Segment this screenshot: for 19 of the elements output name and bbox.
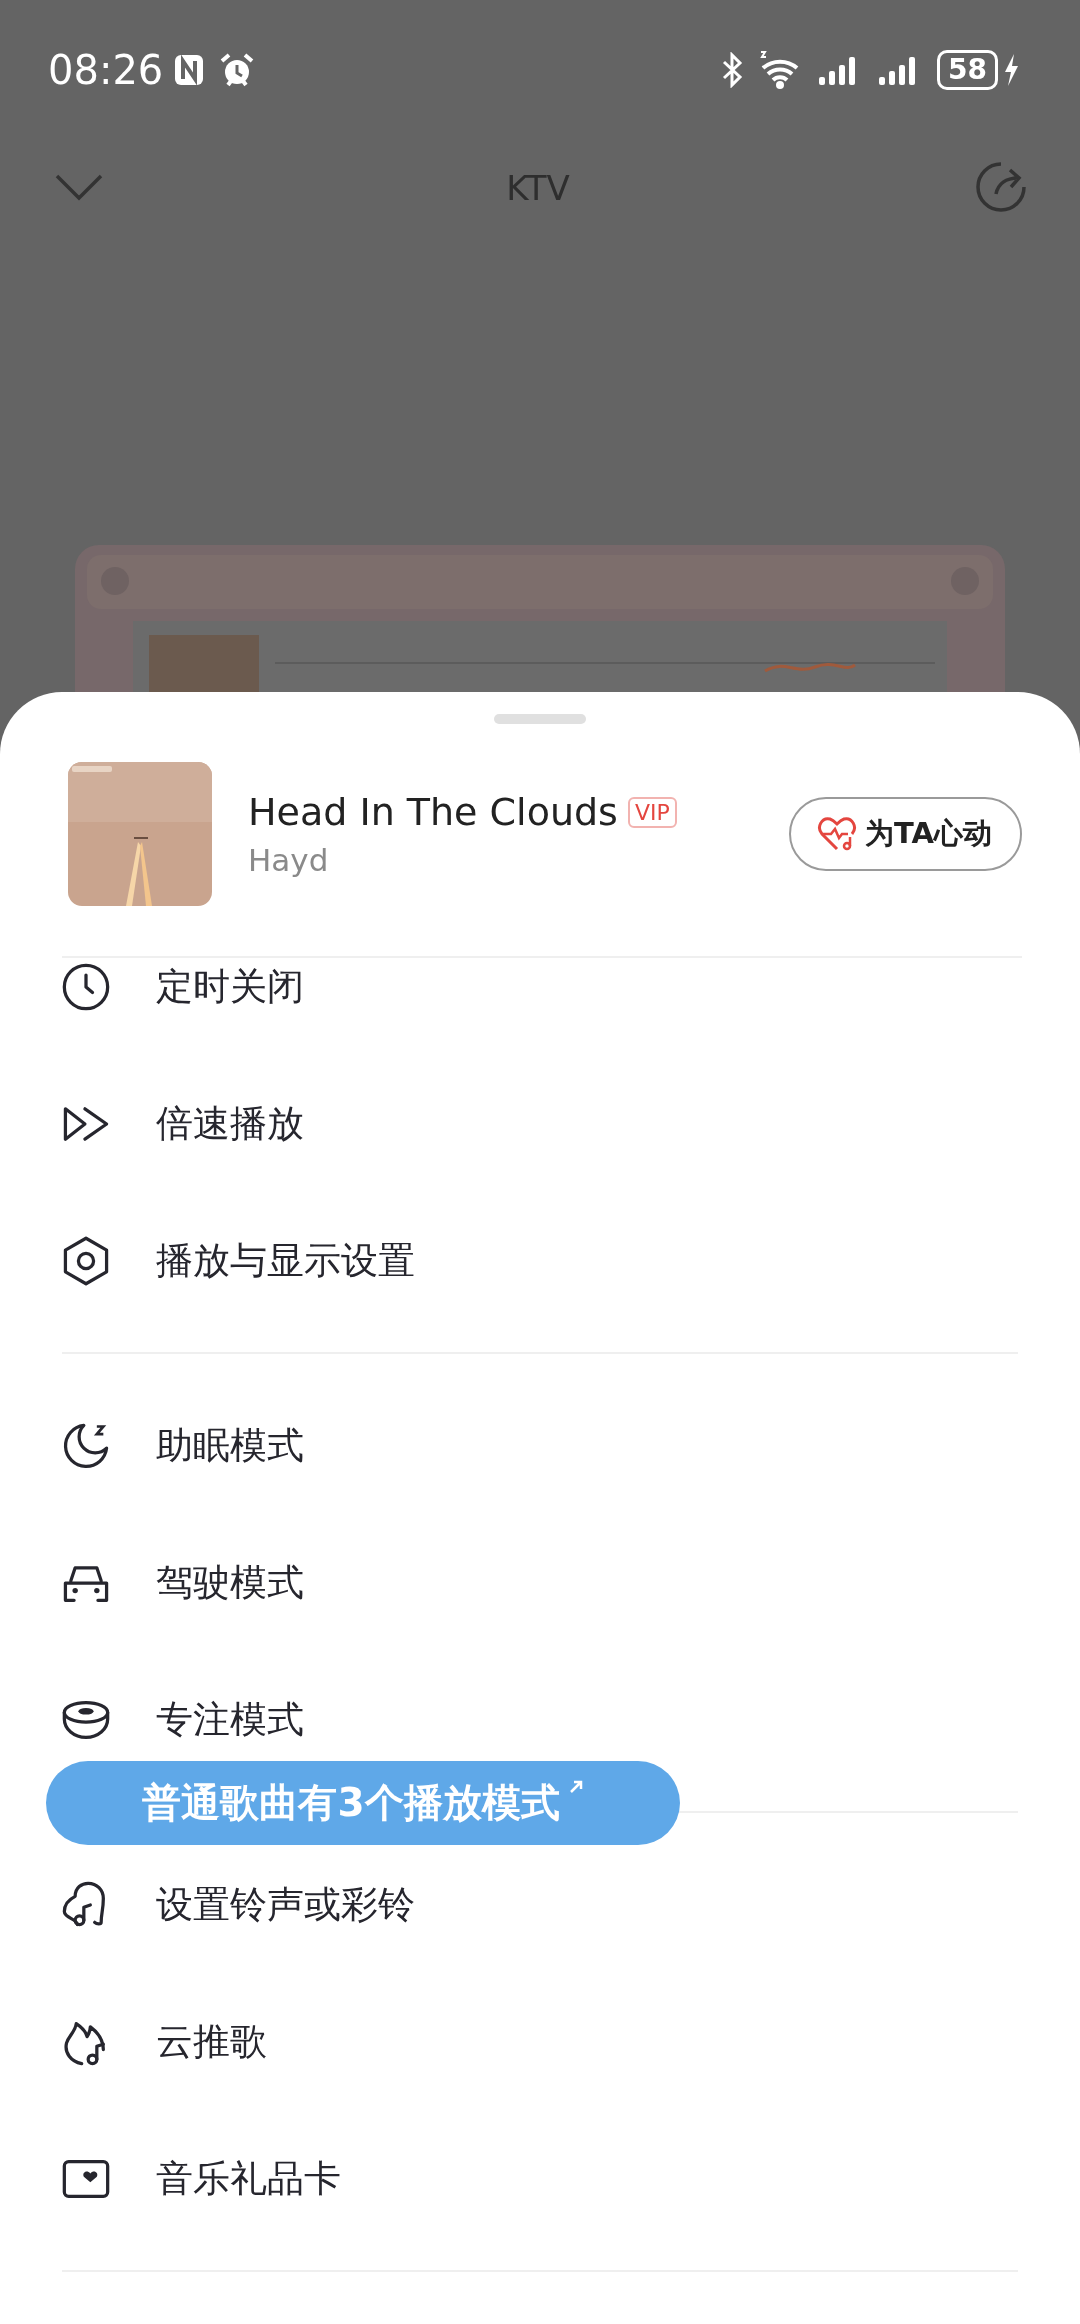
- menu-item[interactable]: 云推歌: [0, 1973, 1080, 2110]
- song-title: Head In The Clouds: [248, 790, 618, 834]
- heart-icon: [817, 816, 857, 852]
- artist-name: Hayd: [248, 842, 330, 878]
- menu-item[interactable]: 播放与显示设置: [0, 1192, 1080, 1329]
- menu-item[interactable]: 驾驶模式: [0, 1514, 1080, 1651]
- nfc-icon: [173, 53, 206, 87]
- charging-icon: [1002, 52, 1020, 88]
- like-button[interactable]: 为TA心动: [789, 797, 1022, 871]
- drag-handle[interactable]: [494, 714, 586, 724]
- menu-item[interactable]: 倍速播放: [0, 1055, 1080, 1192]
- menu-item[interactable]: 音乐礼品卡: [0, 2110, 1080, 2247]
- menu-item[interactable]: 助眠模式: [0, 1377, 1080, 1514]
- battery-level: 58: [937, 50, 998, 90]
- bluetooth-icon: [721, 52, 744, 88]
- menu-item[interactable]: 定时关闭: [0, 958, 1080, 1055]
- clock-time: 08:26: [48, 47, 164, 93]
- vip-badge: VIP: [627, 796, 677, 828]
- alarm-icon: [219, 52, 256, 88]
